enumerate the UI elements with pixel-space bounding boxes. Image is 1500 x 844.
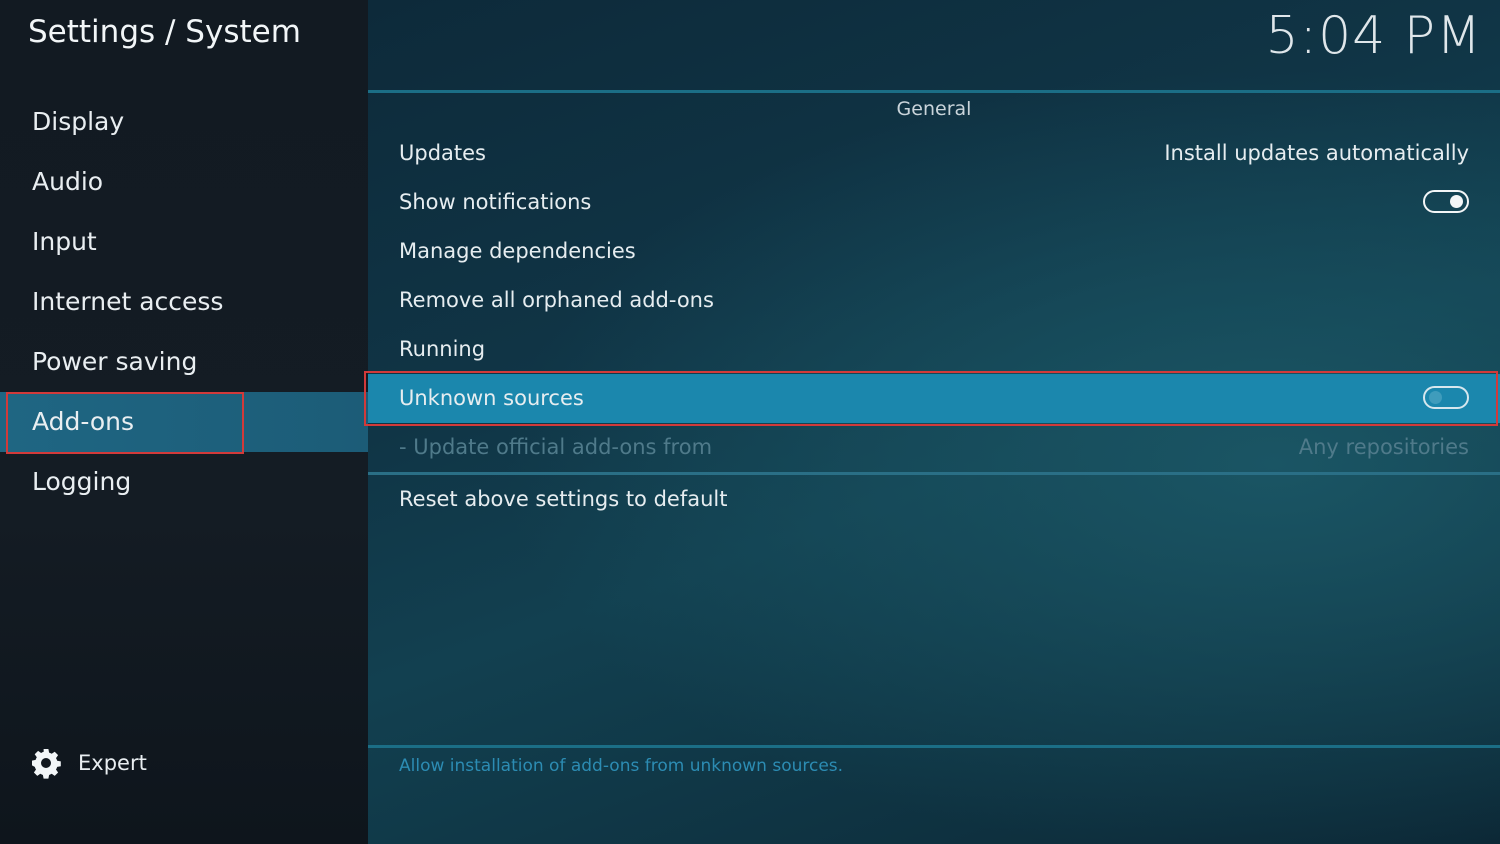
- sidebar-item-input[interactable]: Input: [0, 212, 368, 272]
- setting-label: Running: [399, 337, 486, 361]
- page-title: Settings / System: [28, 14, 301, 50]
- setting-label: Show notifications: [399, 190, 592, 214]
- section-title: General: [896, 98, 972, 120]
- sidebar-nav: Display Audio Input Internet access Powe…: [0, 92, 368, 512]
- toggle-knob: [1450, 195, 1463, 208]
- gear-icon: [32, 749, 61, 779]
- setting-show-notifications[interactable]: Show notifications: [368, 178, 1500, 227]
- sidebar-item-label: Internet access: [32, 287, 224, 316]
- setting-manage-dependencies[interactable]: Manage dependencies: [368, 227, 1500, 276]
- expert-level-button[interactable]: Expert: [30, 746, 147, 780]
- sidebar-item-audio[interactable]: Audio: [0, 152, 368, 212]
- toggle-switch[interactable]: [1423, 386, 1469, 409]
- toggle-switch[interactable]: [1423, 190, 1469, 213]
- divider: [368, 745, 1500, 748]
- divider: [368, 90, 1500, 93]
- setting-running[interactable]: Running: [368, 325, 1500, 374]
- sidebar-item-add-ons[interactable]: Add-ons: [0, 392, 368, 454]
- setting-remove-orphaned-add-ons[interactable]: Remove all orphaned add-ons: [368, 276, 1500, 325]
- setting-label: Reset above settings to default: [399, 487, 728, 511]
- setting-label: - Update official add-ons from: [399, 435, 713, 459]
- setting-reset-defaults[interactable]: Reset above settings to default: [368, 475, 1500, 524]
- setting-value: Install updates automatically: [1164, 141, 1469, 165]
- setting-label: Updates: [399, 141, 486, 165]
- setting-unknown-sources[interactable]: Unknown sources: [364, 371, 1500, 426]
- setting-updates[interactable]: Updates Install updates automatically: [368, 129, 1500, 178]
- focus-outline: [364, 371, 1498, 426]
- sidebar-item-label: Logging: [32, 467, 132, 496]
- setting-update-official-add-ons-from: - Update official add-ons from Any repos…: [368, 423, 1500, 472]
- sidebar-item-label: Power saving: [32, 347, 198, 376]
- sidebar-item-display[interactable]: Display: [0, 92, 368, 152]
- sidebar-item-label: Audio: [32, 167, 104, 196]
- setting-label: Manage dependencies: [399, 239, 636, 263]
- sidebar-item-label: Display: [32, 107, 125, 136]
- expert-label: Expert: [78, 751, 147, 775]
- toggle-knob: [1429, 391, 1442, 404]
- setting-label: Remove all orphaned add-ons: [399, 288, 714, 312]
- sidebar-item-label: Input: [32, 227, 97, 256]
- clock: 5:04 PM: [1265, 6, 1482, 66]
- setting-value: Any repositories: [1298, 435, 1469, 459]
- focus-outline: [6, 392, 244, 454]
- sidebar-item-internet-access[interactable]: Internet access: [0, 272, 368, 332]
- settings-panel: 5:04 PM General Updates Install updates …: [364, 0, 1500, 844]
- sidebar-item-power-saving[interactable]: Power saving: [0, 332, 368, 392]
- sidebar-item-logging[interactable]: Logging: [0, 452, 368, 512]
- settings-list: Updates Install updates automatically Sh…: [364, 129, 1500, 524]
- sidebar: Settings / System Display Audio Input In…: [0, 0, 368, 844]
- setting-description: Allow installation of add-ons from unkno…: [399, 756, 844, 776]
